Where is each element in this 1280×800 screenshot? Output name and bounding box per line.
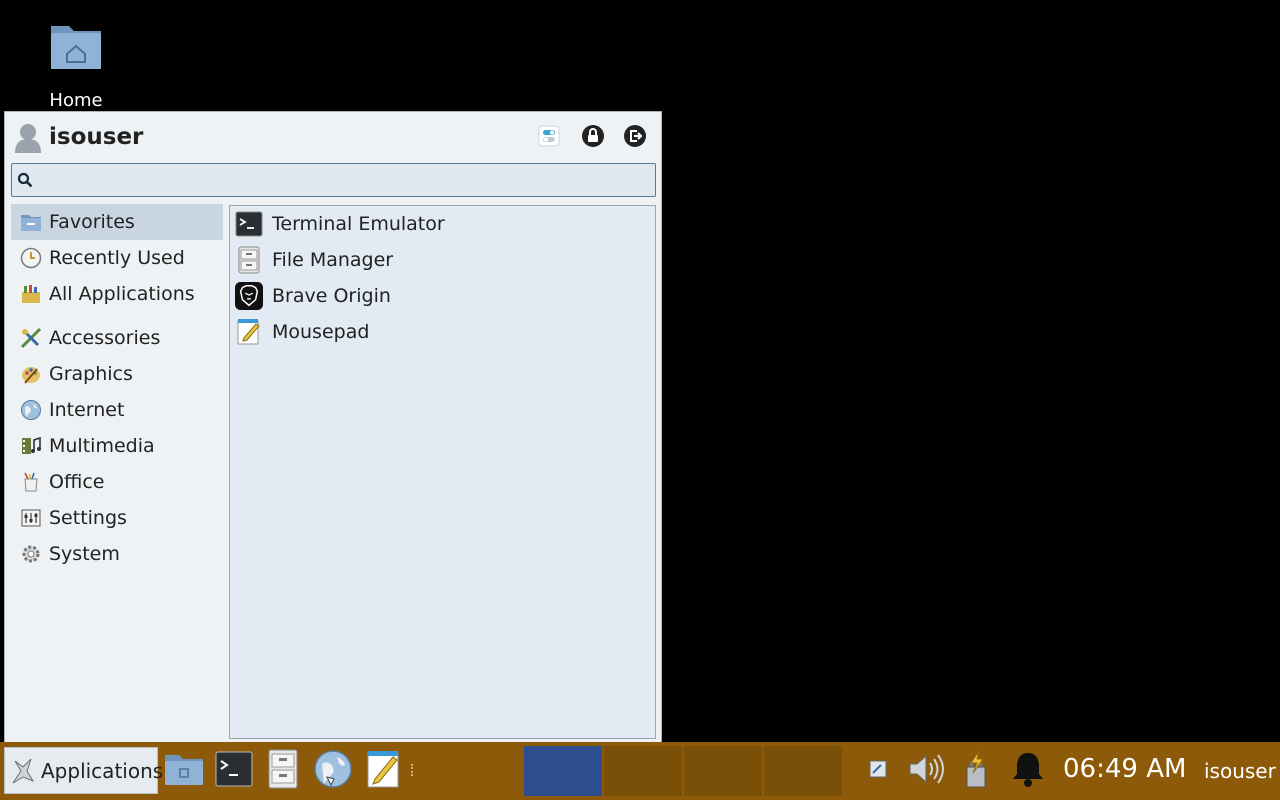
settings-toggle-button[interactable]: [535, 124, 563, 152]
search-box[interactable]: [11, 163, 656, 197]
panel-separator-handle[interactable]: [411, 764, 414, 776]
category-label: Accessories: [49, 327, 161, 349]
log-out-icon: [623, 124, 647, 152]
category-label: Office: [49, 471, 105, 493]
app-label: Terminal Emulator: [272, 213, 445, 235]
gear-icon: [19, 542, 43, 566]
power-plug-icon: [957, 749, 995, 793]
notepad-icon: [235, 318, 263, 346]
app-terminal-emulator[interactable]: Terminal Emulator: [230, 206, 655, 242]
tray-notifications[interactable]: [1007, 750, 1049, 792]
settings-icon: [19, 506, 43, 530]
launcher-web-browser[interactable]: [311, 749, 355, 793]
brave-lion-icon: [235, 282, 263, 310]
category-label: Settings: [49, 507, 127, 529]
category-label: All Applications: [49, 283, 195, 305]
app-label: File Manager: [272, 249, 394, 271]
search-icon: [17, 172, 33, 192]
clock-icon: [19, 246, 43, 270]
search-input[interactable]: [38, 166, 648, 194]
desktop-home-icon[interactable]: Home: [36, 14, 116, 111]
category-multimedia[interactable]: Multimedia: [11, 428, 223, 464]
all-apps-icon: [19, 282, 43, 306]
category-favorites[interactable]: Favorites: [11, 204, 223, 240]
launcher-terminal[interactable]: [212, 749, 256, 793]
workspace-4[interactable]: [764, 746, 842, 796]
home-folder-icon: [49, 20, 103, 72]
tray-power[interactable]: [955, 750, 997, 792]
app-brave-origin[interactable]: Brave Origin: [230, 278, 655, 314]
lock-screen-button[interactable]: [579, 124, 607, 152]
category-label: System: [49, 543, 120, 565]
category-all-applications[interactable]: All Applications: [11, 276, 223, 312]
toggle-switch-icon: [538, 125, 560, 151]
applications-menu-button[interactable]: Applications: [4, 747, 163, 794]
speaker-icon: [906, 751, 946, 791]
category-label: Recently Used: [49, 247, 185, 269]
category-office[interactable]: Office: [11, 464, 223, 500]
user-name: isouser: [49, 124, 144, 150]
office-icon: [19, 470, 43, 494]
menu-header: isouser: [11, 120, 651, 156]
app-label: Brave Origin: [272, 285, 391, 307]
category-accessories[interactable]: Accessories: [11, 320, 223, 356]
tray-notes[interactable]: [857, 750, 899, 792]
notepad-icon: [365, 749, 403, 793]
bell-icon: [1011, 750, 1045, 792]
category-graphics[interactable]: Graphics: [11, 356, 223, 392]
globe-icon: [19, 398, 43, 422]
workspace-1[interactable]: [524, 746, 602, 796]
user-avatar-icon: [13, 122, 43, 154]
terminal-icon: [235, 210, 263, 238]
category-label: Graphics: [49, 363, 133, 385]
category-recently-used[interactable]: Recently Used: [11, 240, 223, 276]
file-cabinet-icon: [235, 246, 263, 274]
graphics-icon: [19, 362, 43, 386]
multimedia-icon: [19, 434, 43, 458]
notes-icon: [868, 759, 888, 783]
workspace-3[interactable]: [684, 746, 762, 796]
globe-icon: [313, 749, 353, 793]
launcher-mousepad[interactable]: [362, 749, 406, 793]
workspace-2[interactable]: [604, 746, 682, 796]
file-cabinet-icon: [267, 749, 299, 793]
category-settings[interactable]: Settings: [11, 500, 223, 536]
category-list: Favorites Recently Used All Applications…: [11, 204, 223, 572]
category-separator: [11, 312, 223, 320]
log-out-button[interactable]: [621, 124, 649, 152]
launcher-file-cabinet[interactable]: [261, 749, 305, 793]
home-label: Home: [49, 90, 103, 111]
favorites-icon: [19, 210, 43, 234]
category-system[interactable]: System: [11, 536, 223, 572]
session-user[interactable]: isouser: [1204, 759, 1276, 783]
app-label: Mousepad: [272, 321, 370, 343]
launcher-file-manager[interactable]: [162, 749, 206, 793]
xfce-mouse-icon: [9, 755, 37, 787]
terminal-icon: [215, 751, 253, 791]
app-file-manager[interactable]: File Manager: [230, 242, 655, 278]
lock-icon: [581, 124, 605, 152]
applications-label: Applications: [41, 758, 164, 783]
app-mousepad[interactable]: Mousepad: [230, 314, 655, 350]
taskbar: Applications 06:49 AM isouser: [0, 742, 1280, 800]
category-internet[interactable]: Internet: [11, 392, 223, 428]
app-list: Terminal Emulator File Manager Brave Ori…: [229, 205, 656, 739]
category-label: Favorites: [49, 211, 135, 233]
category-label: Internet: [49, 399, 125, 421]
folder-icon: [164, 751, 204, 791]
accessories-icon: [19, 326, 43, 350]
clock[interactable]: 06:49 AM: [1063, 754, 1186, 784]
tray-volume[interactable]: [905, 750, 947, 792]
category-label: Multimedia: [49, 435, 155, 457]
applications-menu: isouser Favorites Recently Used All Appl…: [4, 111, 662, 745]
